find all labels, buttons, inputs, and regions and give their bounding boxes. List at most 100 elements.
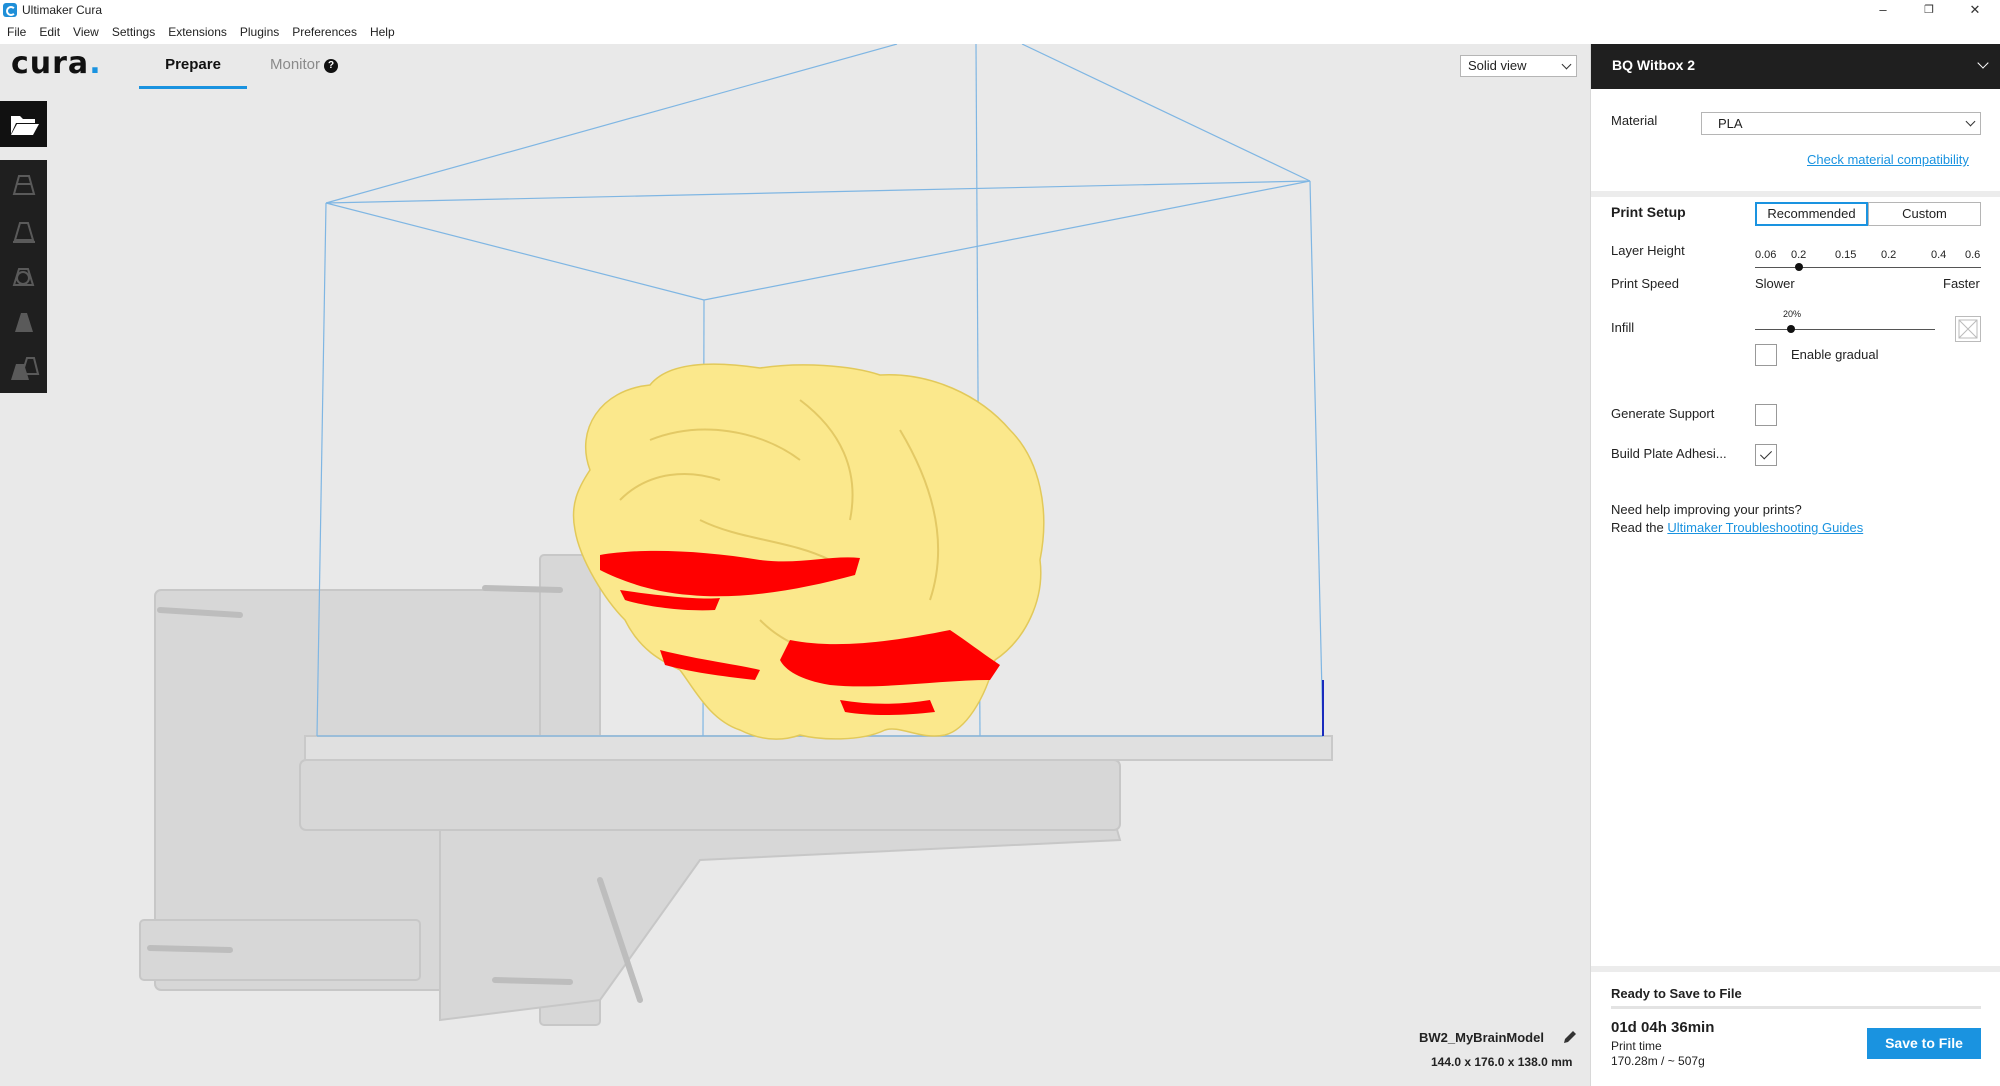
per-model-settings-icon [11, 357, 40, 380]
chevron-down-icon [1977, 57, 1989, 69]
open-folder-icon [11, 116, 39, 135]
tool-panel [0, 160, 47, 393]
rod [482, 585, 563, 593]
menu-plugins[interactable]: Plugins [233, 22, 285, 44]
rotate-icon [12, 268, 35, 286]
layer-height-tick[interactable]: 0.15 [1835, 249, 1856, 261]
brain-model[interactable] [572, 363, 1045, 740]
per-model-settings-button[interactable] [0, 346, 47, 392]
view-mode-dropdown[interactable]: Solid view [1460, 55, 1577, 77]
view-mode-value: Solid view [1468, 58, 1527, 73]
printer-crossbar [299, 759, 1121, 831]
layer-height-tick[interactable]: 0.4 [1931, 249, 1946, 261]
rotate-tool-button[interactable] [0, 254, 47, 300]
menu-extensions[interactable]: Extensions [161, 22, 233, 44]
minimize-button[interactable]: – [1860, 0, 1906, 22]
cura-logo: cura. [11, 49, 102, 79]
troubleshooting-guides-link[interactable]: Ultimaker Troubleshooting Guides [1667, 520, 1863, 535]
move-tool-button[interactable] [0, 162, 47, 208]
help-text: Need help improving your prints? [1611, 502, 1802, 517]
menu-help[interactable]: Help [363, 22, 401, 44]
build-plate-adhesion-label: Build Plate Adhesi... [1611, 446, 1727, 461]
machine-name: BQ Witbox 2 [1612, 57, 1696, 73]
layer-height-slider-handle[interactable] [1795, 263, 1803, 271]
restore-button[interactable]: ❐ [1906, 0, 1952, 22]
print-time-value: 01d 04h 36min [1611, 1019, 1715, 1036]
volume-edge [1309, 180, 1324, 737]
move-icon [12, 175, 36, 195]
tab-monitor[interactable]: Monitor? [270, 54, 339, 76]
tab-prepare[interactable]: Prepare [139, 54, 247, 89]
layer-height-tick[interactable]: 0.6 [1965, 249, 1980, 261]
close-button[interactable]: ✕ [1952, 0, 1998, 22]
scale-tool-button[interactable] [0, 208, 47, 254]
menu-view[interactable]: View [66, 22, 105, 44]
material-dropdown[interactable]: PLA [1701, 112, 1981, 135]
material-label: Material [1611, 113, 1658, 128]
check-compatibility-link[interactable]: Check material compatibility [1807, 152, 1969, 167]
infill-pattern-icon [1955, 316, 1981, 342]
material-usage: 170.28m / ~ 507g [1611, 1054, 1705, 1068]
divider [1591, 191, 2000, 197]
enable-gradual-checkbox[interactable] [1755, 344, 1777, 366]
volume-edge [325, 202, 705, 301]
menu-settings[interactable]: Settings [105, 22, 161, 44]
help-link-line: Read the Ultimaker Troubleshooting Guide… [1611, 520, 1863, 535]
settings-sidebar: BQ Witbox 2 Material PLA Check material … [1590, 44, 2000, 1086]
model-name: BW2_MyBrainModel [1419, 1030, 1544, 1045]
layer-height-label: Layer Height [1611, 243, 1685, 258]
menu-file[interactable]: File [0, 22, 32, 44]
build-plate-adhesion-checkbox[interactable] [1755, 444, 1777, 466]
cura-app-icon [3, 3, 17, 17]
mirror-icon [15, 313, 33, 332]
divider [1591, 966, 2000, 972]
print-speed-label: Print Speed [1611, 276, 1679, 291]
tab-monitor-label: Monitor [270, 56, 321, 73]
logo-dot: . [89, 46, 102, 81]
open-file-button[interactable] [0, 101, 47, 147]
speed-faster-label: Faster [1943, 276, 1980, 291]
volume-edge [1021, 44, 1311, 182]
chevron-down-icon [1965, 116, 1976, 127]
volume-edge [325, 180, 1311, 204]
infill-slider-handle[interactable] [1787, 325, 1795, 333]
menu-bar: File Edit View Settings Extensions Plugi… [0, 22, 401, 44]
recommended-button[interactable]: Recommended [1755, 202, 1868, 226]
logo-text: cura [11, 46, 90, 81]
enable-gradual-label: Enable gradual [1791, 347, 1879, 362]
layer-height-tick[interactable]: 0.2 [1791, 249, 1806, 261]
layer-height-tick[interactable]: 0.06 [1755, 249, 1776, 261]
print-setup-title: Print Setup [1611, 204, 1686, 220]
chevron-down-icon [1561, 59, 1572, 70]
rod [492, 977, 573, 985]
window-title: Ultimaker Cura [22, 3, 103, 17]
scene-render[interactable] [0, 44, 1590, 1086]
generate-support-label: Generate Support [1611, 406, 1715, 421]
generate-support-checkbox[interactable] [1755, 404, 1777, 426]
rod [147, 945, 233, 953]
volume-edge [703, 180, 1311, 301]
3d-viewport[interactable] [0, 44, 1590, 1086]
infill-slider[interactable] [1755, 329, 1935, 330]
mirror-tool-button[interactable] [0, 300, 47, 346]
layer-height-tick[interactable]: 0.2 [1881, 249, 1896, 261]
custom-button[interactable]: Custom [1868, 202, 1981, 226]
help-read-text: Read the [1611, 520, 1668, 535]
layer-height-slider[interactable] [1755, 267, 1981, 268]
volume-edge [325, 44, 898, 204]
machine-selector[interactable]: BQ Witbox 2 [1591, 44, 2000, 89]
infill-label: Infill [1611, 320, 1635, 335]
checkmark-icon [1759, 447, 1773, 460]
print-time-label: Print time [1611, 1039, 1662, 1053]
pencil-icon[interactable] [1562, 1029, 1578, 1045]
menu-preferences[interactable]: Preferences [285, 22, 363, 44]
material-value: PLA [1718, 116, 1743, 131]
save-to-file-button[interactable]: Save to File [1867, 1028, 1981, 1059]
menu-edit[interactable]: Edit [32, 22, 66, 44]
speed-slower-label: Slower [1755, 276, 1795, 291]
output-status: Ready to Save to File [1611, 986, 1742, 1001]
model-dimensions: 144.0 x 176.0 x 138.0 mm [1431, 1055, 1573, 1069]
slicing-progress-bar [1611, 1006, 1981, 1009]
infill-value: 20% [1783, 309, 1802, 319]
help-icon[interactable]: ? [324, 59, 339, 73]
